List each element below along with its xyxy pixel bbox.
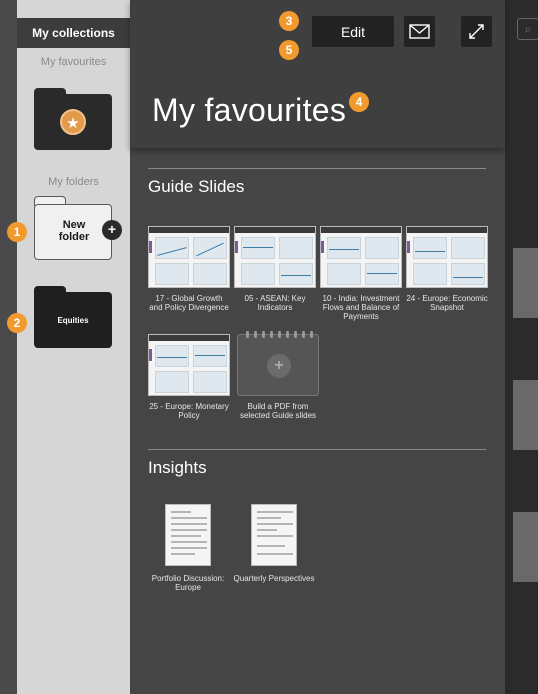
insight-document[interactable] bbox=[165, 504, 211, 566]
folder-equities[interactable]: Equities bbox=[34, 286, 112, 348]
plus-icon: + bbox=[267, 354, 291, 378]
background-thumbnail bbox=[513, 380, 538, 450]
build-pdf-label: Build a PDF from selected Guide slides bbox=[239, 402, 317, 420]
insight-caption: Quarterly Perspectives bbox=[233, 574, 315, 583]
section-divider bbox=[148, 168, 486, 169]
panel-header: Edit 3 5 My favourites 4 bbox=[130, 0, 505, 148]
folder-label: Equities bbox=[34, 292, 112, 348]
favourites-heading: My favourites bbox=[40, 56, 107, 68]
folder-body: ★ bbox=[34, 94, 112, 150]
callout-badge-3: 3 bbox=[279, 11, 299, 31]
insights-heading: Insights bbox=[148, 458, 207, 477]
insight-caption: Portfolio Discussion: Europe bbox=[151, 574, 225, 592]
build-pdf-button[interactable]: + Build a PDF from selected Guide slides bbox=[237, 331, 319, 420]
edit-button[interactable]: Edit bbox=[312, 16, 394, 47]
slide-caption: 10 - India: Investment Flows and Balance… bbox=[322, 294, 400, 321]
folder-body: New folder bbox=[34, 204, 112, 260]
document-thumbnail bbox=[165, 504, 211, 566]
favourites-folder[interactable]: ★ bbox=[34, 88, 112, 150]
plus-icon[interactable]: + bbox=[102, 220, 122, 240]
new-folder-button[interactable]: New folder + bbox=[34, 196, 122, 260]
email-button[interactable] bbox=[404, 16, 435, 47]
guide-slide-card[interactable]: 17 - Global Growth and Policy Divergence bbox=[148, 226, 230, 312]
favourites-panel: Edit 3 5 My favourites 4 Guide Slides 17… bbox=[130, 0, 505, 694]
document-thumbnail bbox=[251, 504, 297, 566]
mail-icon bbox=[409, 24, 430, 39]
slide-caption: 25 - Europe: Monetary Policy bbox=[149, 402, 229, 420]
background-thumbnail bbox=[513, 512, 538, 582]
background-thumbnail bbox=[513, 248, 538, 318]
background-content: ⌕ bbox=[505, 0, 538, 694]
expand-button[interactable] bbox=[461, 16, 492, 47]
slide-thumbnail bbox=[234, 226, 316, 288]
guide-slide-card[interactable]: 25 - Europe: Monetary Policy bbox=[148, 334, 230, 420]
guide-slide-card[interactable]: 10 - India: Investment Flows and Balance… bbox=[320, 226, 402, 321]
section-divider bbox=[148, 449, 486, 450]
new-folder-label: New folder bbox=[58, 219, 90, 243]
callout-badge-2: 2 bbox=[7, 313, 27, 333]
collections-sidebar: My collections My favourites ★ My folder… bbox=[0, 0, 130, 694]
search-icon[interactable]: ⌕ bbox=[517, 18, 538, 40]
page-title: My favourites bbox=[152, 92, 347, 128]
slide-thumbnail bbox=[406, 226, 488, 288]
pdf-placeholder: + bbox=[237, 331, 319, 396]
star-icon: ★ bbox=[60, 109, 86, 135]
slide-caption: 24 - Europe: Economic Snapshot bbox=[406, 294, 488, 312]
slide-thumbnail bbox=[148, 334, 230, 396]
sidebar-frame bbox=[0, 0, 17, 694]
callout-badge-1: 1 bbox=[7, 222, 27, 242]
slide-thumbnail bbox=[148, 226, 230, 288]
expand-icon bbox=[469, 24, 484, 39]
callout-badge-5: 5 bbox=[279, 40, 299, 60]
folders-heading: My folders bbox=[48, 176, 99, 188]
callout-badge-4: 4 bbox=[349, 92, 369, 112]
slide-caption: 05 - ASEAN: Key Indicators bbox=[244, 294, 306, 312]
tab-my-collections[interactable]: My collections bbox=[17, 18, 130, 48]
guide-slide-card[interactable]: 05 - ASEAN: Key Indicators bbox=[234, 226, 316, 312]
slide-caption: 17 - Global Growth and Policy Divergence bbox=[149, 294, 229, 312]
guide-slides-heading: Guide Slides bbox=[148, 177, 245, 196]
guide-slide-card[interactable]: 24 - Europe: Economic Snapshot bbox=[406, 226, 488, 312]
slide-thumbnail bbox=[320, 226, 402, 288]
insight-document[interactable] bbox=[251, 504, 297, 566]
